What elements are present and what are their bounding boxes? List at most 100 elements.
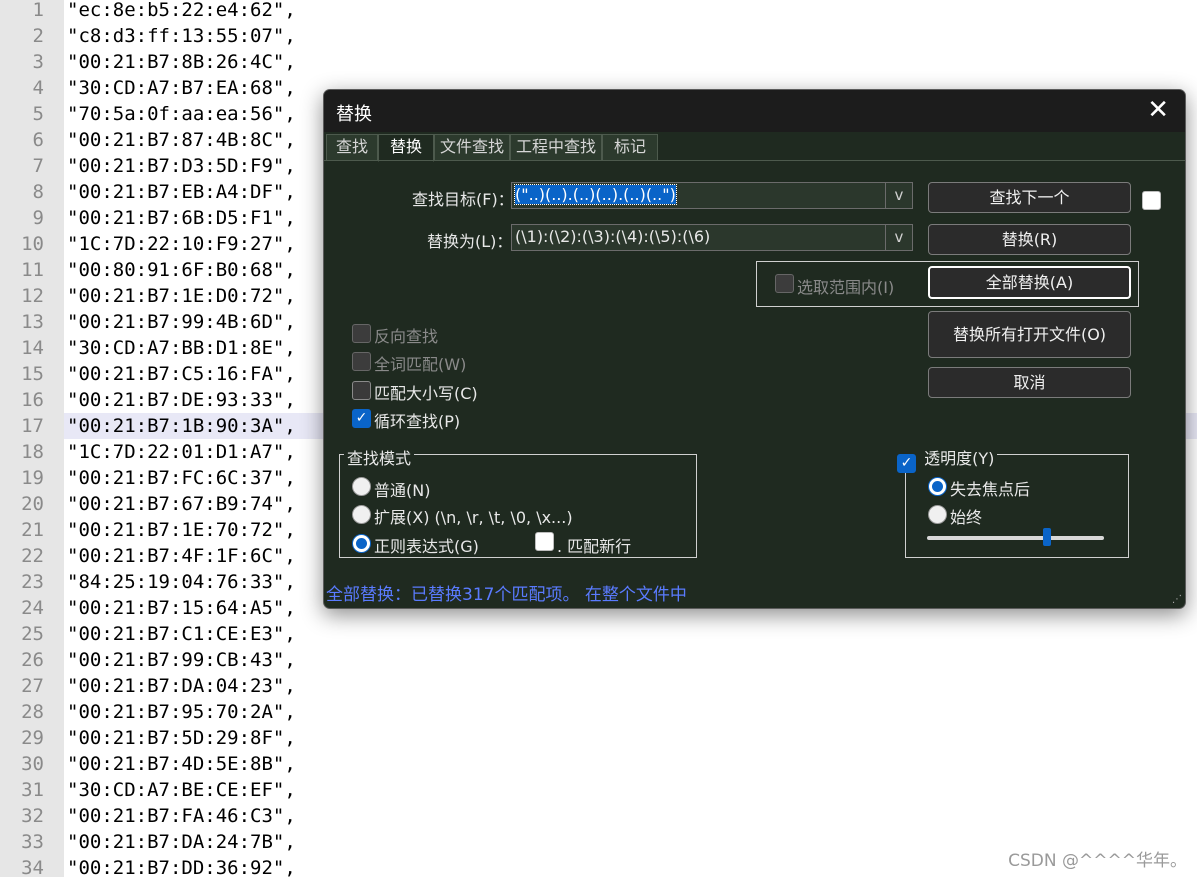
code-line[interactable]: "00:21:B7:FC:6C:37",	[67, 465, 296, 491]
code-line[interactable]: "00:21:B7:67:B9:74",	[67, 491, 296, 517]
line-number: 22	[21, 545, 44, 567]
code-line[interactable]: "00:21:B7:6B:D5:F1",	[67, 205, 296, 231]
backward-checkbox[interactable]	[352, 324, 371, 343]
code-line[interactable]: "00:21:B7:87:4B:8C",	[67, 127, 296, 153]
dialog-title: 替换	[336, 104, 372, 125]
in-selection-label: 选取范围内(I)	[797, 278, 895, 297]
code-line[interactable]: "00:21:B7:DD:36:92",	[67, 855, 296, 881]
replace-all-open-files-button[interactable]: 替换所有打开文件(O)	[928, 311, 1131, 358]
whole-word-checkbox[interactable]	[352, 352, 371, 371]
transparency-title-box: ✓ 透明度(Y)	[894, 445, 998, 473]
replace-input[interactable]: (\1):(\2):(\3):(\4):(\5):(\6)	[515, 227, 710, 246]
mode-regex-label: 正则表达式(G)	[374, 537, 479, 556]
code-line[interactable]: "00:21:B7:1B:90:3A",	[67, 413, 296, 439]
code-line[interactable]: "1C:7D:22:01:D1:A7",	[67, 439, 296, 465]
mode-extended-radio[interactable]	[352, 505, 371, 524]
find-label: 查找目标(F)：	[412, 190, 514, 209]
tab-find-in-files[interactable]: 文件查找	[434, 134, 510, 161]
code-line[interactable]: "00:21:B7:8B:26:4C",	[67, 49, 296, 75]
line-number: 11	[21, 259, 44, 281]
find-combobox[interactable]: ("..)(..).(..)(..).(..)(..") v	[511, 182, 913, 209]
code-line[interactable]: "30:CD:A7:BB:D1:8E",	[67, 335, 296, 361]
transparency-slider[interactable]	[927, 536, 1104, 540]
line-number: 12	[21, 285, 44, 307]
wrap-around-checkbox[interactable]: ✓	[352, 409, 371, 428]
code-line[interactable]: "00:21:B7:DE:93:33",	[67, 387, 296, 413]
chevron-down-icon[interactable]: v	[885, 183, 912, 208]
always-radio[interactable]	[928, 505, 947, 524]
line-number: 18	[21, 441, 44, 463]
tab-find-in-project[interactable]: 工程中查找	[510, 134, 602, 161]
code-line[interactable]: "c8:d3:ff:13:55:07",	[67, 23, 296, 49]
line-number: 1	[32, 0, 44, 21]
line-number: 6	[32, 129, 44, 151]
code-line[interactable]: "00:21:B7:DA:04:23",	[67, 673, 296, 699]
close-icon[interactable]: ✕	[1147, 97, 1169, 123]
line-number: 9	[32, 207, 44, 229]
mode-normal-radio[interactable]	[352, 477, 371, 496]
code-line[interactable]: "00:21:B7:15:64:A5",	[67, 595, 296, 621]
code-line[interactable]: "00:21:B7:5D:29:8F",	[67, 725, 296, 751]
code-line[interactable]: "00:21:B7:95:70:2A",	[67, 699, 296, 725]
code-line[interactable]: "1C:7D:22:10:F9:27",	[67, 231, 296, 257]
transparency-slider-thumb[interactable]	[1043, 528, 1052, 546]
code-line[interactable]: "00:21:B7:4F:1F:6C",	[67, 543, 296, 569]
code-line[interactable]: "00:21:B7:C5:16:FA",	[67, 361, 296, 387]
resize-grip-icon[interactable]: ⋰	[1172, 594, 1182, 605]
transparency-label: 透明度(Y)	[924, 449, 995, 468]
code-line[interactable]: "00:21:B7:EB:A4:DF",	[67, 179, 296, 205]
tab-mark[interactable]: 标记	[602, 134, 658, 161]
code-line[interactable]: "00:21:B7:4D:5E:8B",	[67, 751, 296, 777]
tab-find[interactable]: 查找	[326, 134, 378, 161]
code-line[interactable]: "00:21:B7:C1:CE:E3",	[67, 621, 296, 647]
mode-normal-label: 普通(N)	[374, 481, 431, 500]
line-number: 20	[21, 493, 44, 515]
code-line[interactable]: "00:21:B7:1E:70:72",	[67, 517, 296, 543]
find-next-checkbox[interactable]	[1142, 191, 1161, 210]
code-line[interactable]: "00:21:B7:1E:D0:72",	[67, 283, 296, 309]
line-number: 23	[21, 571, 44, 593]
code-line[interactable]: "00:80:91:6F:B0:68",	[67, 257, 296, 283]
code-line[interactable]: "70:5a:0f:aa:ea:56",	[67, 101, 296, 127]
chevron-down-icon[interactable]: v	[885, 225, 912, 250]
code-line[interactable]: "84:25:19:04:76:33",	[67, 569, 296, 595]
replace-combobox[interactable]: (\1):(\2):(\3):(\4):(\5):(\6) v	[511, 224, 913, 251]
line-number: 5	[32, 103, 44, 125]
transparency-checkbox[interactable]: ✓	[897, 454, 916, 473]
line-number: 25	[21, 623, 44, 645]
on-lose-focus-radio[interactable]	[928, 477, 947, 496]
dot-newline-checkbox[interactable]	[535, 532, 554, 551]
replace-all-button[interactable]: 全部替换(A)	[928, 266, 1131, 299]
status-message: 全部替换：已替换317个匹配项。 在整个文件中	[326, 585, 687, 605]
replace-dialog[interactable]: 替换 ✕ 查找 替换 文件查找 工程中查找 标记 查找目标(F)： ("..)(…	[323, 89, 1186, 609]
line-number: 19	[21, 467, 44, 489]
line-number: 34	[21, 857, 44, 879]
code-line[interactable]: "ec:8e:b5:22:e4:62",	[67, 0, 296, 23]
code-line[interactable]: "30:CD:A7:BE:CE:EF",	[67, 777, 296, 803]
tab-replace[interactable]: 替换	[378, 134, 434, 162]
in-selection-checkbox[interactable]	[775, 274, 794, 293]
code-line[interactable]: "00:21:B7:D3:5D:F9",	[67, 153, 296, 179]
cancel-button[interactable]: 取消	[928, 367, 1131, 398]
line-number: 7	[32, 155, 44, 177]
on-lose-focus-label: 失去焦点后	[950, 480, 1031, 499]
mode-extended-label: 扩展(X) (\n, \r, \t, \0, \x...)	[374, 508, 573, 527]
dialog-titlebar[interactable]: 替换 ✕	[324, 90, 1185, 132]
match-case-label: 匹配大小写(C)	[374, 384, 478, 403]
code-line[interactable]: "00:21:B7:99:4B:6D",	[67, 309, 296, 335]
code-line[interactable]: "00:21:B7:FA:46:C3",	[67, 803, 296, 829]
whole-word-label: 全词匹配(W)	[374, 355, 467, 374]
code-line[interactable]: "00:21:B7:99:CB:43",	[67, 647, 296, 673]
code-line[interactable]: "30:CD:A7:B7:EA:68",	[67, 75, 296, 101]
line-number: 14	[21, 337, 44, 359]
search-mode-title: 查找模式	[344, 445, 415, 469]
mode-regex-radio[interactable]	[352, 534, 371, 553]
find-input[interactable]: ("..)(..).(..)(..).(..)(..")	[514, 184, 677, 205]
wrap-around-label: 循环查找(P)	[374, 412, 461, 431]
line-number: 8	[32, 181, 44, 203]
match-case-checkbox[interactable]	[352, 381, 371, 400]
find-next-button[interactable]: 查找下一个	[928, 182, 1131, 213]
replace-button[interactable]: 替换(R)	[928, 224, 1131, 255]
code-line[interactable]: "00:21:B7:DA:24:7B",	[67, 829, 296, 855]
line-number: 31	[21, 779, 44, 801]
